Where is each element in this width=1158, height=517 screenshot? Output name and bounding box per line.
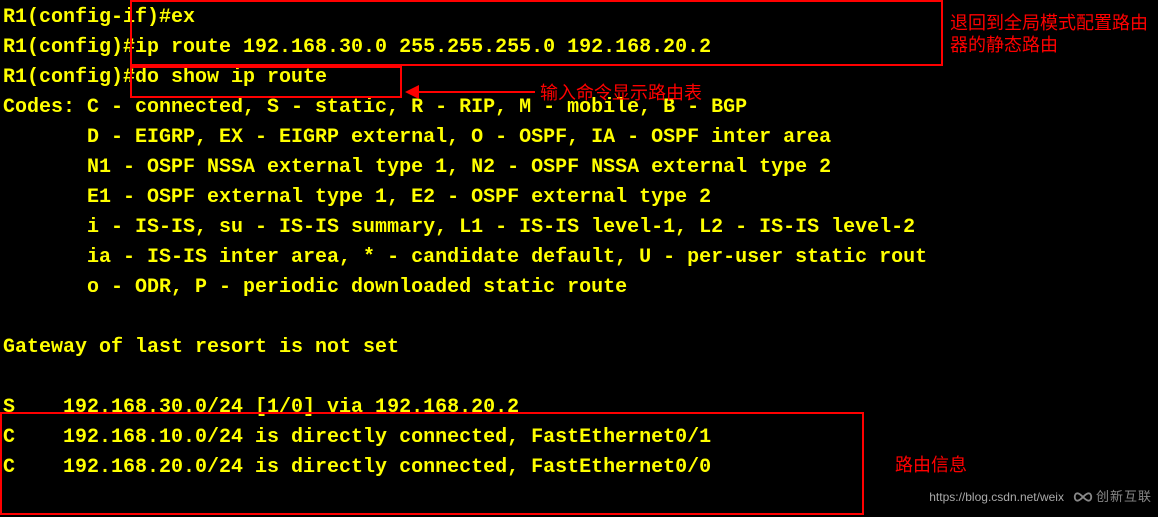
terminal-line: R1(config)#do show ip route: [3, 63, 1158, 93]
terminal-line: C 192.168.10.0/24 is directly connected,…: [3, 423, 1158, 453]
terminal-line: D - EIGRP, EX - EIGRP external, O - OSPF…: [3, 123, 1158, 153]
watermark-logo: 创新互联: [1072, 482, 1152, 512]
terminal-line: o - ODR, P - periodic downloaded static …: [3, 273, 1158, 303]
terminal-line: ia - IS-IS inter area, * - candidate def…: [3, 243, 1158, 273]
terminal-line: i - IS-IS, su - IS-IS summary, L1 - IS-I…: [3, 213, 1158, 243]
terminal-line: [3, 303, 1158, 333]
terminal-line: R1(config)#ip route 192.168.30.0 255.255…: [3, 33, 1158, 63]
terminal-line: [3, 363, 1158, 393]
terminal-line: S 192.168.30.0/24 [1/0] via 192.168.20.2: [3, 393, 1158, 423]
terminal-line: Codes: C - connected, S - static, R - RI…: [3, 93, 1158, 123]
terminal-line: Gateway of last resort is not set: [3, 333, 1158, 363]
terminal-window[interactable]: R1(config-if)#ex R1(config)#ip route 192…: [0, 0, 1158, 517]
terminal-line: N1 - OSPF NSSA external type 1, N2 - OSP…: [3, 153, 1158, 183]
watermark-url: https://blog.csdn.net/weix: [929, 482, 1064, 512]
infinity-icon: [1072, 486, 1094, 508]
watermark: https://blog.csdn.net/weix 创新互联: [882, 483, 1152, 511]
terminal-line: C 192.168.20.0/24 is directly connected,…: [3, 453, 1158, 483]
terminal-line: R1(config-if)#ex: [3, 3, 1158, 33]
terminal-line: E1 - OSPF external type 1, E2 - OSPF ext…: [3, 183, 1158, 213]
watermark-brand: 创新互联: [1096, 482, 1152, 512]
